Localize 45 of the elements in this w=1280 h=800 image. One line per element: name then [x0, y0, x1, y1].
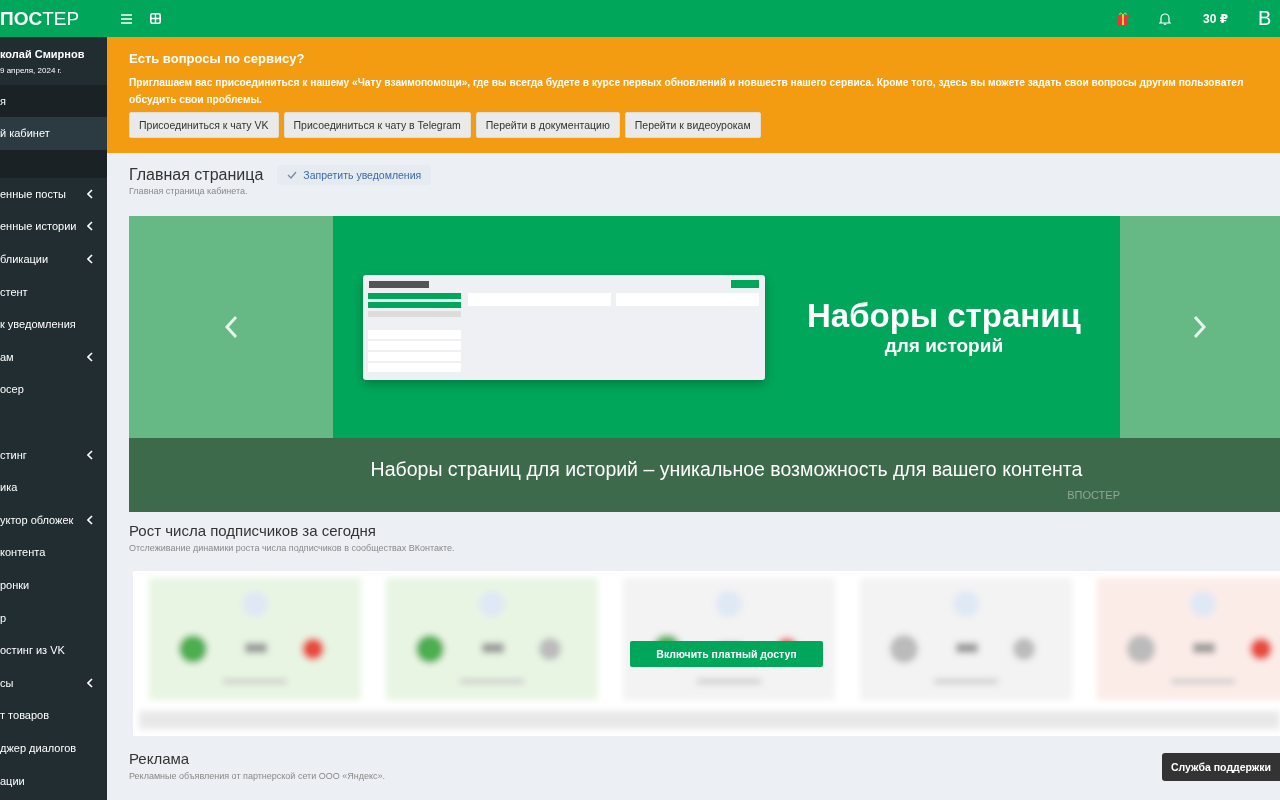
sidebar-item[interactable]: ика [0, 470, 107, 504]
sidebar-item[interactable]: уктор обложек [0, 503, 107, 537]
sidebar-item[interactable]: р [0, 601, 107, 634]
sidebar-item[interactable]: осер [0, 373, 107, 406]
check-icon [287, 171, 298, 179]
section-title: Рост числа подписчиков за сегодня [129, 522, 377, 539]
sidebar-item[interactable]: й кабинет [0, 117, 107, 150]
sidebar-item[interactable]: ам [0, 340, 107, 374]
sidebar-item[interactable]: енные истории [0, 210, 107, 243]
notifications-button[interactable]: Запретить уведомления [277, 165, 432, 185]
sidebar-item[interactable]: стент [0, 275, 107, 308]
sidebar-item[interactable]: енные посты [0, 177, 107, 211]
next-arrow-icon[interactable] [1193, 315, 1207, 339]
notice-text: обсудить свои проблемы. [129, 93, 263, 107]
user-date: 9 апреля, 2024 г. [0, 65, 63, 75]
slide-title: Наборы страниц [807, 297, 1081, 335]
sidebar-item[interactable]: джер диалогов [0, 731, 107, 765]
notice-title: Есть вопросы по сервису? [129, 51, 306, 66]
sidebar-item[interactable]: сы [0, 666, 107, 700]
notice-text: Приглашаем вас присоединиться к нашему «Чату взаимопомощи», где вы всегда будете в курсе первых обновлений и новшеств нашего сервиса. Кроме того, здесь вы можете задать свои вопросы другим пользовател [129, 76, 1245, 90]
user-name: колай Смирнов [0, 47, 86, 60]
logo: ПОСТЕР [0, 0, 107, 37]
sidebar-item[interactable]: контента [0, 536, 107, 569]
sidebar-item[interactable]: бликации [0, 242, 107, 276]
slide-subtitle: для историй [884, 335, 1004, 357]
section-subtitle: Отслеживание динамики роста числа подписчиков в сообществах ВКонтакте. [129, 543, 456, 553]
sidebar-heading: я [0, 85, 107, 117]
notice-button[interactable]: Присоединиться к чату VK [129, 112, 279, 138]
slide-caption: Наборы страниц для историй – уникальное возможность для вашего контента [370, 458, 1083, 481]
slide-brand: ВПОСТЕР [1067, 489, 1120, 501]
section-title: Реклама [129, 750, 191, 767]
notice-button[interactable]: Перейти в документацию [475, 112, 620, 138]
page-title: Главная страница [129, 166, 264, 184]
sidebar-item[interactable]: т товаров [0, 699, 107, 732]
sidebar-item[interactable]: стинг [0, 438, 107, 471]
sidebar-item[interactable]: остинг из VK [0, 633, 107, 667]
notice-button[interactable]: Перейти к видеоурокам [624, 112, 761, 138]
section-subtitle: Рекламные объявления от партнерской сети ООО «Яндекс». [129, 771, 387, 781]
support-button[interactable]: Служба поддержки [1162, 753, 1280, 781]
sidebar-item[interactable]: ронки [0, 568, 107, 602]
sidebar-item[interactable]: к уведомления [0, 307, 107, 341]
previous-arrow-icon[interactable] [224, 315, 238, 339]
notice-button[interactable]: Присоединиться к чату в Telegram [283, 112, 471, 138]
sidebar-item[interactable]: ации [0, 764, 107, 797]
page-subtitle: Главная страница кабинета. [129, 186, 249, 196]
